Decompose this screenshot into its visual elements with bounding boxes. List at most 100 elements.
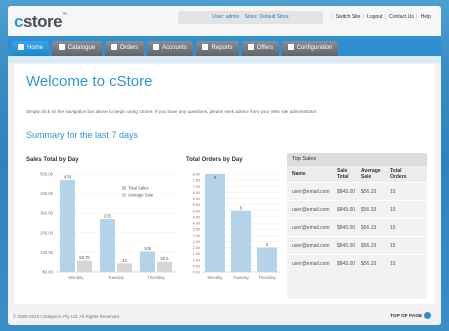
copyright: © 2008-2010 Cédagenic Pty Ltd. All Right… <box>13 314 121 319</box>
tab-orders[interactable]: Orders <box>105 41 144 56</box>
tab-catalogue[interactable]: Catalogue <box>52 41 102 56</box>
bar-total-sales <box>100 219 115 272</box>
y-tick-label: 1.00 <box>193 258 200 262</box>
wrench-icon <box>287 44 294 50</box>
y-tick-label: 100.00 <box>40 250 53 255</box>
dollar-icon <box>110 44 117 50</box>
main-nav: Home Catalogue Orders Accounts Reports O… <box>8 36 441 56</box>
logout-link[interactable]: Logout <box>367 14 382 20</box>
col-name: Name <box>292 171 306 177</box>
tab-offers[interactable]: Offers <box>242 41 279 56</box>
table-cell: user@email.com <box>292 225 330 231</box>
table-cell: $845.00 <box>337 225 356 231</box>
top-sales-panel: Top Sales Name Sale Total Average Sale T… <box>287 153 427 299</box>
data-label: 2 <box>266 242 269 247</box>
table-cell: 15 <box>390 207 396 213</box>
y-tick-label: 4.50 <box>193 215 200 219</box>
y-tick-label: 3.50 <box>193 228 200 232</box>
col-total-orders: Total Orders <box>390 168 407 180</box>
table-cell: $56.33 <box>361 225 377 231</box>
table-cell: 15 <box>390 225 396 231</box>
y-tick-label: 5.00 <box>193 209 200 213</box>
top-sales-title: Top Sales <box>287 153 427 166</box>
data-label: 44 <box>122 258 127 263</box>
y-tick-label: 7.50 <box>193 179 200 183</box>
table-cell: user@email.com <box>292 207 330 213</box>
table-cell: user@email.com <box>292 243 330 249</box>
orders-chart: 0.00 0.50 1.00 1.50 2.00 2.50 3.00 3.50 4.00 4.50… <box>193 173 280 280</box>
tab-configuration[interactable]: Configuration <box>282 41 338 56</box>
top-of-page-button[interactable]: TOP OF PAGE <box>390 312 432 319</box>
y-tick-label: 400.00 <box>40 191 53 196</box>
table-row: user@email.com $845.00 $56.33 15 <box>287 254 427 273</box>
data-label: 105 <box>144 246 152 251</box>
tab-home[interactable]: Home <box>12 41 49 56</box>
y-tick-label: 1.50 <box>193 252 200 256</box>
y-tick-label: 0.50 <box>193 264 200 268</box>
table-cell: 15 <box>390 189 396 195</box>
store-value: Default Store <box>259 14 289 20</box>
table-cell: $845.00 <box>337 243 356 249</box>
col-sale-total: Sale Total <box>337 168 349 180</box>
tab-accounts[interactable]: Accounts <box>147 41 193 56</box>
y-tick-label: 2.50 <box>193 240 200 244</box>
table-cell: $845.00 <box>337 261 356 267</box>
contact-us-link[interactable]: Contact Us <box>389 14 414 20</box>
y-tick-label: 0.00 <box>193 271 200 275</box>
app-window: cstore™ User: admin Store: Default Store… <box>8 6 441 325</box>
switch-site-link[interactable]: Switch Site <box>336 14 361 20</box>
y-tick-label: 200.00 <box>40 230 53 235</box>
table-cell: 15 <box>390 243 396 249</box>
y-tick-label: 8.00 <box>193 173 200 177</box>
table-cell: $845.00 <box>337 189 356 195</box>
y-tick-label: 300.00 <box>40 211 53 216</box>
legend-swatch <box>122 186 126 190</box>
top-links: | Switch Site | Logout | Contact Us | Help <box>331 14 431 20</box>
table-cell: user@email.com <box>292 261 330 267</box>
orders-chart-title: Total Orders by Day <box>186 157 243 163</box>
store-label: Store: <box>244 14 259 20</box>
y-tick-label: 6.50 <box>193 191 200 195</box>
sales-chart-title: Sales Total by Day <box>26 157 79 163</box>
table-row: user@email.com $845.00 $56.33 15 <box>287 236 427 255</box>
bar-orders <box>231 210 251 272</box>
help-link[interactable]: Help <box>421 14 431 20</box>
tab-reports[interactable]: Reports <box>196 41 239 56</box>
data-label: 5 <box>240 205 243 210</box>
y-tick-label: 7.00 <box>193 185 200 189</box>
y-tick-label: 6.00 <box>193 197 200 201</box>
data-label: 470 <box>64 174 72 179</box>
y-tick-label: 3.00 <box>193 234 200 238</box>
legend-label: Total Sales <box>128 186 148 191</box>
content-panel: Welcome to cStore Simply click on the na… <box>14 64 435 304</box>
x-tick-label: Tuesday <box>108 275 125 280</box>
legend-swatch <box>122 193 126 197</box>
data-label: 270 <box>104 214 112 219</box>
x-tick-label: Tuesday <box>233 275 250 280</box>
table-cell: $56.33 <box>361 261 377 267</box>
user-label: User: <box>212 14 225 20</box>
top-sales-header: Name Sale Total Average Sale Total Order… <box>287 166 427 182</box>
table-cell: 15 <box>390 261 396 267</box>
sub-nav-bar <box>8 56 441 63</box>
y-tick-label: 4.00 <box>193 222 200 226</box>
x-tick-label: Thursday <box>258 275 276 280</box>
footer: © 2008-2010 Cédagenic Pty Ltd. All Right… <box>8 308 441 325</box>
pencil-icon <box>58 44 65 50</box>
y-tick-label: 2.00 <box>193 246 200 250</box>
bar-orders <box>205 174 225 272</box>
bar-total-sales <box>60 179 75 272</box>
report-icon <box>202 44 209 50</box>
intro-text: Simply click on the navigation bar above… <box>26 109 318 114</box>
bar-average-sale <box>157 261 172 272</box>
table-cell: $56.33 <box>361 243 377 249</box>
person-icon <box>153 44 160 50</box>
bar-average-sale <box>77 260 92 272</box>
user-value: admin <box>225 14 240 20</box>
legend-label: Average Sale <box>128 193 154 198</box>
col-average-sale: Average Sale <box>361 168 381 180</box>
logo[interactable]: cstore™ <box>14 12 67 32</box>
table-row: user@email.com $845.00 $56.33 15 <box>287 200 427 219</box>
data-label: 58.75 <box>79 255 90 260</box>
table-cell: user@email.com <box>292 189 330 195</box>
